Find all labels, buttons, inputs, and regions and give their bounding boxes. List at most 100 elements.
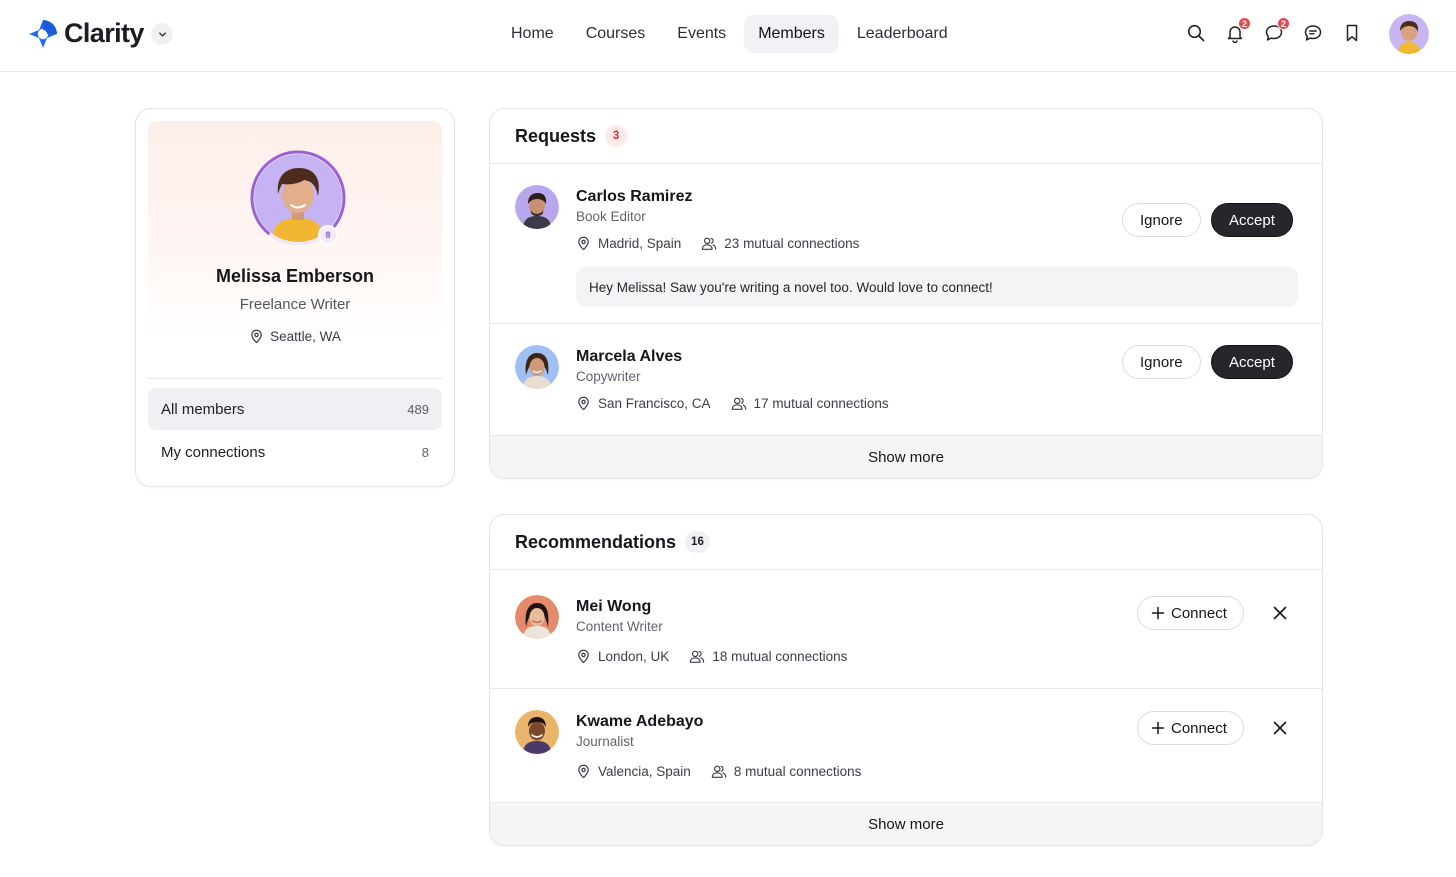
recommendation-name[interactable]: Mei Wong	[576, 598, 651, 616]
mutual-text: 23 mutual connections	[724, 236, 860, 251]
recommendations-panel: Recommendations 16 Mei Wong Content Writ…	[489, 514, 1323, 846]
ignore-button[interactable]: Ignore	[1122, 345, 1201, 379]
clarity-logo-icon	[29, 19, 57, 48]
chats-badge: 2	[1277, 17, 1290, 30]
mutual-connections: 23 mutual connections	[701, 236, 859, 251]
user-avatar-button[interactable]	[1389, 14, 1429, 54]
notifications-button[interactable]: 2	[1224, 17, 1251, 45]
requests-count-badge: 3	[605, 125, 628, 147]
workspace-switcher-button[interactable]	[151, 23, 173, 45]
my-connections-label: My connections	[161, 443, 266, 461]
dismiss-button[interactable]	[1268, 601, 1292, 625]
my-connections-link[interactable]: My connections 8	[148, 431, 442, 473]
recommendations-title: Recommendations	[515, 531, 677, 552]
mutual-text: 18 mutual connections	[712, 649, 848, 664]
close-icon	[1273, 606, 1287, 620]
marcela-photo	[515, 345, 559, 389]
chevron-down-icon	[158, 31, 166, 37]
nav-courses[interactable]: Courses	[572, 15, 660, 53]
user-avatar	[1389, 14, 1429, 54]
location: London, UK	[576, 649, 669, 664]
kwame-photo	[515, 710, 559, 754]
requests-panel: Requests 3 Carlos Ramirez Book Editor Ma…	[489, 108, 1323, 479]
search-button[interactable]	[1185, 21, 1207, 45]
mutual-text: 8 mutual connections	[733, 764, 862, 779]
profile-role: Freelance Writer	[239, 296, 351, 313]
recommendation-row: Mei Wong Content Writer London, UK 18 mu…	[490, 570, 1322, 689]
message-icon	[1304, 25, 1322, 41]
recommendation-row: Kwame Adebayo Journalist Valencia, Spain…	[490, 689, 1322, 803]
recommendations-count-badge: 16	[685, 531, 710, 553]
mutual-text: 17 mutual connections	[753, 396, 889, 411]
request-meta: San Francisco, CA 17 mutual connections	[576, 396, 889, 411]
top-bar: Clarity Home Courses Events Members Lead…	[0, 0, 1456, 72]
carlos-photo	[515, 185, 559, 229]
accept-button[interactable]: Accept	[1211, 203, 1293, 237]
location-text: London, UK	[598, 649, 670, 664]
request-name[interactable]: Marcela Alves	[576, 348, 682, 366]
top-actions: 2 2	[1185, 17, 1363, 45]
profile-name: Melissa Emberson	[215, 266, 375, 286]
profile-location: Seattle, WA	[136, 329, 454, 344]
location-text: Madrid, Spain	[598, 236, 682, 251]
users-icon	[702, 237, 717, 250]
recommendations-header: Recommendations 16	[490, 515, 1322, 570]
users-icon	[690, 650, 705, 663]
recommendations-show-more-button[interactable]: Show more	[490, 803, 1322, 845]
messages-button[interactable]	[1302, 21, 1324, 45]
avatar	[515, 185, 559, 229]
mei-photo	[515, 595, 559, 639]
location-pin-icon	[251, 329, 262, 344]
mutual-connections: 8 mutual connections	[711, 764, 862, 779]
profile-card: 8 Melissa Emberson Freelance Writer Seat…	[135, 108, 455, 487]
bookmark-icon	[1346, 24, 1358, 42]
request-message: Hey Melissa! Saw you're writing a novel …	[576, 267, 1298, 307]
accept-button[interactable]: Accept	[1211, 345, 1293, 379]
connect-button[interactable]: Connect	[1137, 596, 1244, 630]
plus-icon	[1151, 721, 1165, 735]
search-icon	[1187, 24, 1205, 42]
requests-title: Requests	[515, 125, 597, 146]
location-text: San Francisco, CA	[598, 396, 711, 411]
close-icon	[1273, 721, 1287, 735]
divider	[148, 378, 442, 379]
all-members-count: 489	[407, 401, 429, 417]
recommendation-meta: London, UK 18 mutual connections	[576, 649, 847, 664]
bookmarks-button[interactable]	[1341, 21, 1363, 45]
avatar	[515, 595, 559, 639]
requests-show-more-button[interactable]: Show more	[490, 436, 1322, 478]
dismiss-button[interactable]	[1268, 716, 1292, 740]
mutual-connections: 18 mutual connections	[689, 649, 847, 664]
level-badge: 8	[318, 225, 338, 245]
app-logo[interactable]: Clarity	[28, 18, 144, 49]
recommendation-name[interactable]: Kwame Adebayo	[576, 713, 703, 731]
connect-label: Connect	[1171, 604, 1227, 622]
all-members-link[interactable]: All members 489	[148, 388, 442, 430]
users-icon	[711, 765, 727, 778]
recommendation-role: Journalist	[576, 734, 634, 749]
avatar	[515, 710, 559, 754]
nav-members[interactable]: Members	[744, 15, 839, 53]
ignore-button[interactable]: Ignore	[1122, 203, 1201, 237]
main-nav: Home Courses Events Members Leaderboard	[497, 15, 962, 53]
my-connections-count: 8	[421, 444, 429, 460]
request-name[interactable]: Carlos Ramirez	[576, 188, 693, 206]
all-members-label: All members	[161, 400, 245, 418]
location-pin-icon	[578, 396, 589, 411]
app-name: Clarity	[64, 18, 144, 48]
recommendation-meta: Valencia, Spain 8 mutual connections	[576, 764, 861, 779]
location: San Francisco, CA	[576, 396, 711, 411]
location-text: Valencia, Spain	[598, 764, 691, 779]
location-pin-icon	[578, 764, 589, 779]
connect-button[interactable]: Connect	[1137, 711, 1244, 745]
plus-icon	[1151, 606, 1165, 620]
avatar	[515, 345, 559, 389]
profile-location-text: Seattle, WA	[270, 329, 341, 344]
nav-leaderboard[interactable]: Leaderboard	[843, 15, 962, 53]
nav-events[interactable]: Events	[663, 15, 740, 53]
recommendation-role: Content Writer	[576, 619, 663, 634]
chats-button[interactable]: 2	[1263, 17, 1290, 45]
mutual-connections: 17 mutual connections	[731, 396, 889, 411]
nav-home[interactable]: Home	[497, 15, 568, 53]
request-role: Book Editor	[576, 209, 646, 224]
